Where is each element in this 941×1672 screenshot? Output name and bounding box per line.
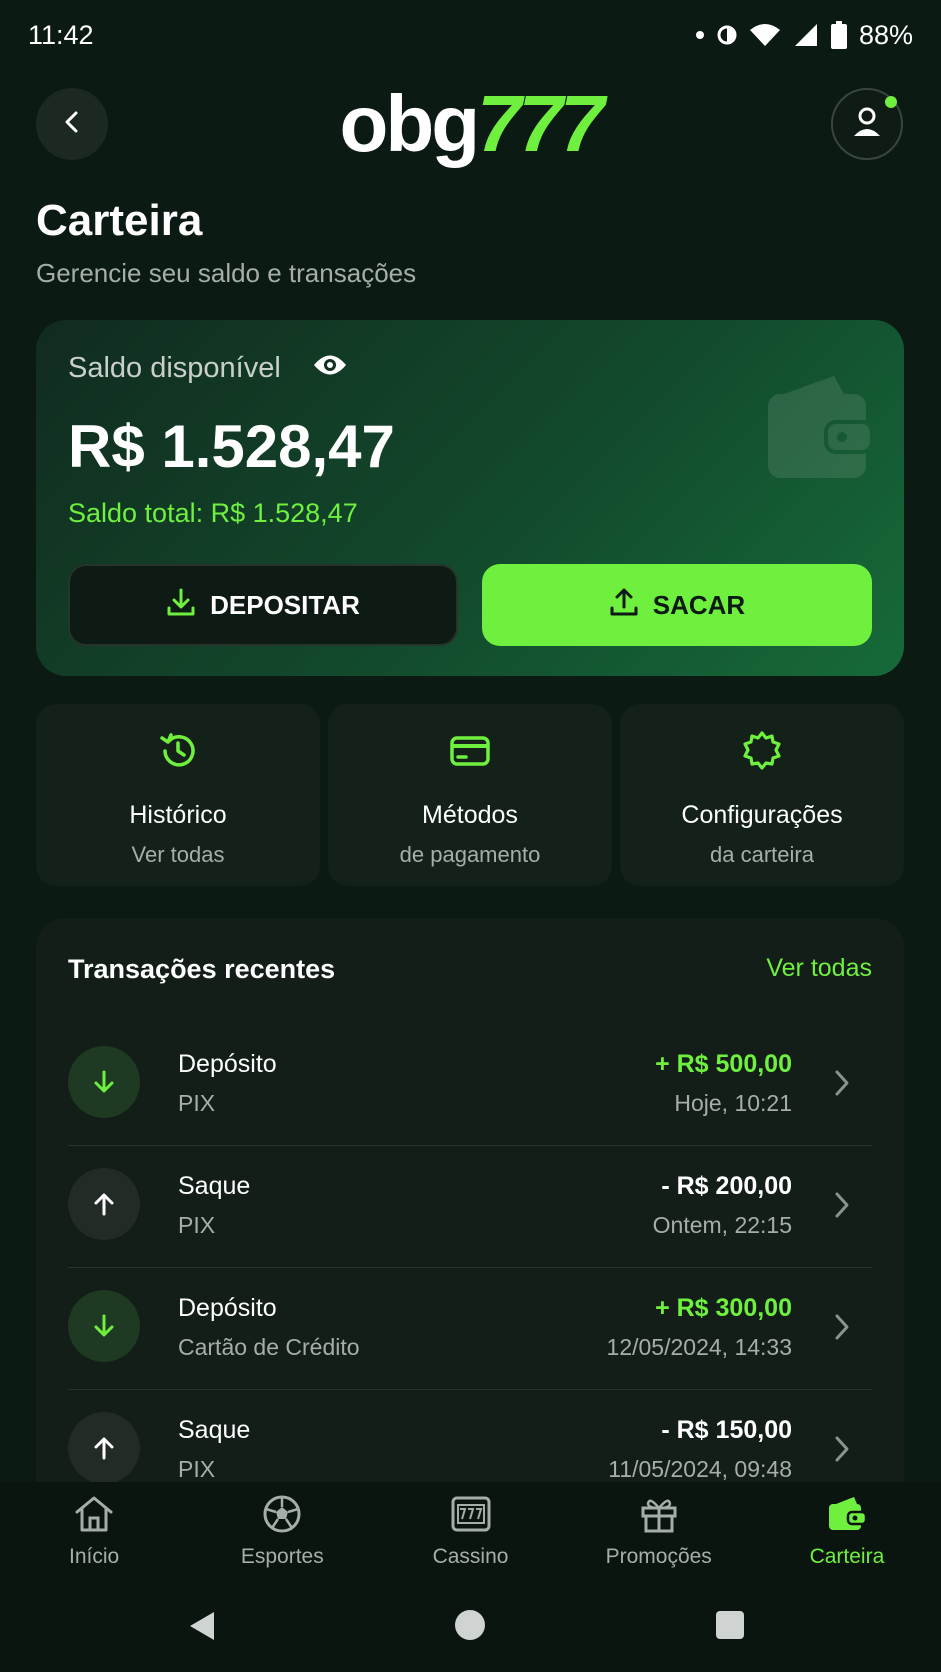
gift-icon xyxy=(639,1494,679,1539)
deposit-button[interactable]: DEPOSITAR xyxy=(68,564,458,646)
quick-action-subtitle: Ver todas xyxy=(131,842,225,867)
arrow-down-icon xyxy=(68,1290,140,1362)
system-nav-bar xyxy=(0,1582,941,1672)
withdraw-button[interactable]: SACAR xyxy=(482,564,872,646)
transactions-list: Depósito PIX + R$ 500,00 Hoje, 10:21 Saq… xyxy=(68,1024,872,1482)
page-title: Carteira xyxy=(36,196,203,245)
quick-action-payment-methods[interactable]: Métodos de pagamento xyxy=(328,704,612,886)
online-indicator xyxy=(885,96,897,108)
deposit-label: DEPOSITAR xyxy=(210,589,360,620)
quick-action-settings[interactable]: Configurações da carteira xyxy=(620,704,904,886)
transaction-amount: - R$ 150,00 xyxy=(661,1416,792,1444)
nav-item-home[interactable]: Início xyxy=(0,1482,188,1582)
recent-transactions-panel: Transações recentes Ver todas Depósito P… xyxy=(36,918,904,1482)
transaction-row[interactable]: Saque PIX - R$ 150,00 11/05/2024, 09:48 xyxy=(68,1390,872,1482)
app-header: obg777 xyxy=(0,84,941,164)
transactions-header: Transações recentes Ver todas xyxy=(68,954,872,985)
nav-label: Cassino xyxy=(432,1545,509,1568)
settings-icon xyxy=(741,730,783,777)
wifi-icon xyxy=(749,22,781,48)
system-recents-icon[interactable] xyxy=(716,1611,744,1639)
upload-icon xyxy=(609,587,639,624)
app-logo: obg777 xyxy=(0,84,941,164)
balance-card: Saldo disponível R$ 1.528,47 Saldo total… xyxy=(36,320,904,676)
bottom-nav: Início Esportes Cassino Promoções Cartei… xyxy=(0,1482,941,1582)
arrow-up-icon xyxy=(68,1412,140,1482)
data-saver-icon xyxy=(717,23,737,47)
slot-machine-icon xyxy=(450,1494,492,1539)
withdraw-label: SACAR xyxy=(652,589,746,620)
transaction-amount: + R$ 500,00 xyxy=(655,1050,792,1078)
chevron-right-icon xyxy=(832,1068,852,1103)
chevron-right-icon xyxy=(832,1312,852,1347)
battery-icon xyxy=(830,21,847,49)
wallet-icon xyxy=(826,1494,868,1539)
transaction-type: Saque xyxy=(178,1416,251,1444)
nav-item-sports[interactable]: Esportes xyxy=(188,1482,376,1582)
battery-percent: 88% xyxy=(858,19,913,50)
nav-item-promotions[interactable]: Promoções xyxy=(565,1482,753,1582)
wallet-watermark-icon xyxy=(764,372,876,489)
transaction-type: Depósito xyxy=(178,1294,277,1322)
quick-action-subtitle: da carteira xyxy=(710,842,814,867)
transaction-date: 11/05/2024, 09:48 xyxy=(608,1456,792,1482)
balance-value: R$ 1.528,47 xyxy=(68,413,395,480)
nav-label: Carteira xyxy=(809,1545,885,1568)
quick-action-history[interactable]: Histórico Ver todas xyxy=(36,704,320,886)
home-icon xyxy=(73,1494,115,1539)
nav-label: Início xyxy=(69,1545,120,1568)
transaction-method: PIX xyxy=(178,1456,216,1482)
nav-label: Esportes xyxy=(240,1545,324,1568)
transaction-amount: + R$ 300,00 xyxy=(655,1294,792,1322)
status-time: 11:42 xyxy=(28,19,94,50)
logo-text-primary: obg xyxy=(339,79,480,168)
notification-dot-icon xyxy=(695,30,705,40)
arrow-up-icon xyxy=(68,1168,140,1240)
status-icons: 88% xyxy=(695,20,913,51)
transaction-row[interactable]: Depósito Cartão de Crédito + R$ 300,00 1… xyxy=(68,1268,872,1390)
soccer-ball-icon xyxy=(262,1494,302,1539)
page-subtitle: Gerencie seu saldo e transações xyxy=(36,258,417,288)
transaction-date: Ontem, 22:15 xyxy=(652,1212,792,1238)
transaction-method: PIX xyxy=(178,1090,216,1116)
system-home-icon[interactable] xyxy=(455,1610,485,1640)
profile-button[interactable] xyxy=(831,88,903,160)
transaction-amount: - R$ 200,00 xyxy=(661,1172,792,1200)
download-icon xyxy=(166,587,196,624)
quick-action-subtitle: de pagamento xyxy=(399,842,541,867)
quick-actions: Histórico Ver todas Métodos de pagamento… xyxy=(36,704,904,886)
nav-item-casino[interactable]: Cassino xyxy=(376,1482,564,1582)
logo-text-accent: 777 xyxy=(477,79,604,168)
balance-label: Saldo disponível xyxy=(68,352,281,384)
arrow-down-icon xyxy=(68,1046,140,1118)
transactions-title: Transações recentes xyxy=(68,954,336,984)
transaction-date: 12/05/2024, 14:33 xyxy=(606,1334,792,1360)
eye-icon[interactable] xyxy=(312,352,348,383)
transaction-type: Depósito xyxy=(178,1050,277,1078)
quick-action-title: Configurações xyxy=(681,801,843,829)
transaction-row[interactable]: Saque PIX - R$ 200,00 Ontem, 22:15 xyxy=(68,1146,872,1268)
history-icon xyxy=(157,730,199,777)
cell-signal-icon xyxy=(793,22,819,48)
balance-total: Saldo total: R$ 1.528,47 xyxy=(68,498,358,528)
quick-action-title: Métodos xyxy=(422,801,518,829)
nav-item-wallet[interactable]: Carteira xyxy=(753,1482,941,1582)
system-back-icon[interactable] xyxy=(188,1610,216,1647)
user-icon xyxy=(849,104,885,145)
transaction-row[interactable]: Depósito PIX + R$ 500,00 Hoje, 10:21 xyxy=(68,1024,872,1146)
chevron-right-icon xyxy=(832,1434,852,1469)
transaction-method: PIX xyxy=(178,1212,216,1238)
transaction-date: Hoje, 10:21 xyxy=(674,1090,792,1116)
see-all-link[interactable]: Ver todas xyxy=(766,954,872,985)
status-bar: 11:42 88% xyxy=(0,0,941,70)
nav-label: Promoções xyxy=(605,1545,712,1568)
transaction-type: Saque xyxy=(178,1172,251,1200)
chevron-right-icon xyxy=(832,1190,852,1225)
quick-action-title: Histórico xyxy=(129,801,227,829)
transaction-method: Cartão de Crédito xyxy=(178,1334,360,1360)
card-icon xyxy=(449,730,491,777)
